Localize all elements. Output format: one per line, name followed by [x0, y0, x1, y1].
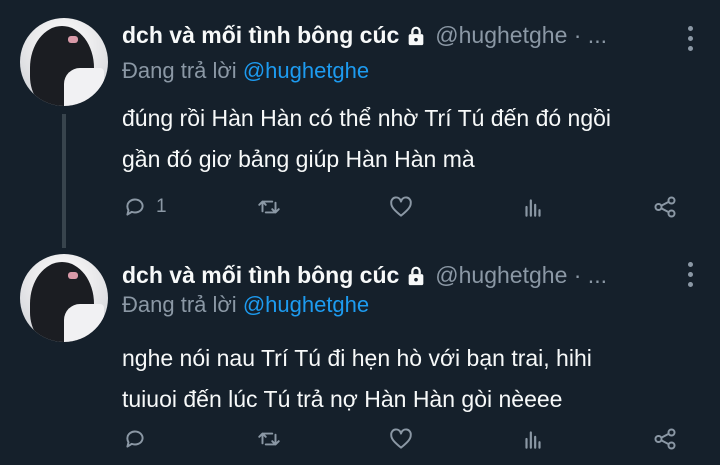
- tweet-actions: [122, 426, 682, 456]
- tweet-header: dch và mối tình bông cúc @hughetghe · ..…: [122, 262, 607, 289]
- more-options-icon[interactable]: [686, 262, 694, 287]
- like-icon: [390, 196, 412, 217]
- analytics-icon: [525, 431, 541, 449]
- share-button[interactable]: [652, 194, 678, 220]
- reply-button[interactable]: [122, 426, 156, 452]
- author-handle[interactable]: @hughetghe · ...: [435, 22, 607, 49]
- reply-button[interactable]: 1: [122, 194, 167, 220]
- analytics-icon: [525, 199, 541, 217]
- reply-icon: [126, 198, 144, 216]
- tweet-text-line: nghe nói nau Trí Tú đi hẹn hò với bạn tr…: [122, 345, 592, 371]
- thread-connector: [62, 114, 66, 248]
- like-button[interactable]: [388, 194, 414, 220]
- retweet-button[interactable]: [256, 194, 282, 220]
- tweet-text: đúng rồi Hàn Hàn có thể nhờ Trí Tú đến đ…: [122, 98, 692, 180]
- reply-count: 1: [156, 196, 167, 217]
- retweet-icon: [258, 200, 280, 214]
- tweet[interactable]: dch và mối tình bông cúc @hughetghe · ..…: [0, 0, 720, 248]
- tweet-header: dch và mối tình bông cúc @hughetghe · ..…: [122, 22, 607, 49]
- tweet-text-line: đúng rồi Hàn Hàn có thể nhờ Trí Tú đến đ…: [122, 105, 612, 131]
- share-icon: [654, 196, 676, 218]
- author-name[interactable]: dch và mối tình bông cúc: [122, 262, 399, 289]
- like-button[interactable]: [388, 426, 414, 452]
- reply-icon: [126, 430, 144, 448]
- replying-to: Đang trả lời @hughetghe: [122, 58, 369, 84]
- retweet-icon: [258, 432, 280, 446]
- tweet-text-line: gần đó giơ bảng giúp Hàn Hàn mà: [122, 146, 475, 172]
- more-options-icon[interactable]: [686, 26, 694, 51]
- avatar[interactable]: [20, 254, 108, 342]
- replying-prefix: Đang trả lời: [122, 58, 243, 83]
- share-icon: [654, 428, 676, 450]
- tweet-actions: 1: [122, 194, 682, 224]
- tweet-text-line: tuiuoi đến lúc Tú trả nợ Hàn Hàn gòi nèe…: [122, 386, 563, 412]
- lock-icon: [408, 26, 424, 45]
- share-button[interactable]: [652, 426, 678, 452]
- retweet-button[interactable]: [256, 426, 282, 452]
- tweet-text: nghe nói nau Trí Tú đi hẹn hò với bạn tr…: [122, 338, 692, 420]
- like-icon: [390, 428, 412, 449]
- analytics-button[interactable]: [520, 426, 546, 452]
- replying-prefix: Đang trả lời: [122, 292, 243, 317]
- author-name[interactable]: dch và mối tình bông cúc: [122, 22, 399, 49]
- analytics-button[interactable]: [520, 194, 546, 220]
- author-handle[interactable]: @hughetghe · ...: [435, 262, 607, 289]
- tweet[interactable]: dch và mối tình bông cúc @hughetghe · ..…: [0, 240, 720, 465]
- mention-link[interactable]: @hughetghe: [243, 58, 369, 83]
- mention-link[interactable]: @hughetghe: [243, 292, 369, 317]
- replying-to: Đang trả lời @hughetghe: [122, 292, 369, 318]
- avatar[interactable]: [20, 18, 108, 106]
- lock-icon: [408, 266, 424, 285]
